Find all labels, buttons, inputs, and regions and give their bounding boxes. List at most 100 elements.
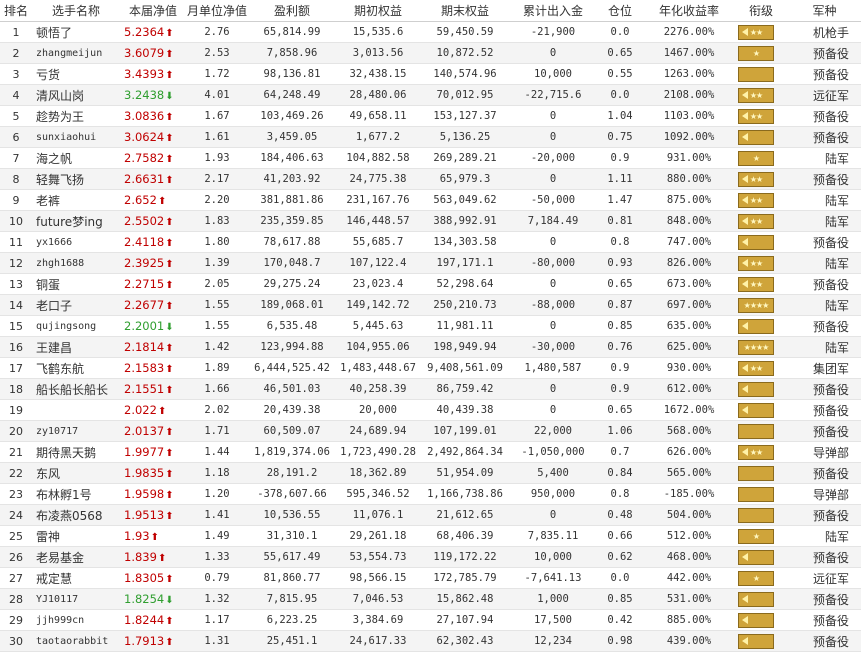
header-end-equity[interactable]: 期末权益 xyxy=(420,0,510,22)
annual-return-cell: 1467.00% xyxy=(644,42,734,64)
position-cell: 0.7 xyxy=(596,441,644,463)
net-value-cell: 2.2677⬆ xyxy=(120,294,186,316)
net-value: 2.2715 xyxy=(124,277,165,291)
player-name-link[interactable]: qujingsong xyxy=(32,315,120,337)
player-name-link[interactable]: 飞鹤东航 xyxy=(32,357,120,379)
table-row: 13 铜蛋 2.2715⬆ 2.05 29,275.24 23,023.4 52,298.6… xyxy=(0,273,861,295)
profit-cell: 46,501.03 xyxy=(248,378,336,400)
net-value-cell: 1.8254⬇ xyxy=(120,588,186,610)
table-row: 21 期待黑天鹅 1.9977⬆ 1.44 1,819,374.06 1,723,490.… xyxy=(0,441,861,463)
profit-cell: 29,275.24 xyxy=(248,273,336,295)
player-name-link[interactable]: 轻舞飞扬 xyxy=(32,168,120,190)
chevron-icon xyxy=(742,405,748,414)
player-name-link[interactable]: future梦ing xyxy=(32,210,120,232)
player-name-link[interactable]: jjh999cn xyxy=(32,609,120,631)
header-current-net-value[interactable]: 本届净值 xyxy=(120,0,186,22)
start-equity-cell: 24,775.38 xyxy=(336,168,420,190)
monthly-unit-net-cell: 1.31 xyxy=(186,630,248,652)
profit-cell: 81,860.77 xyxy=(248,567,336,589)
rank-badge-icon: ★ xyxy=(738,150,774,166)
arrow-up-icon: ⬆ xyxy=(165,616,174,627)
chevron-icon xyxy=(742,237,748,246)
monthly-unit-net-cell: 1.93 xyxy=(186,147,248,169)
net-value-cell: 1.9977⬆ xyxy=(120,441,186,463)
player-name-link[interactable]: 顿悟了 xyxy=(32,21,120,43)
cumulative-flow-cell: 22,000 xyxy=(510,420,596,442)
end-equity-cell: 107,199.01 xyxy=(420,420,510,442)
player-name-link[interactable]: 雷神 xyxy=(32,525,120,547)
army-branch-cell: 预备役 xyxy=(788,63,861,85)
arrow-up-icon: ⬆ xyxy=(165,427,174,438)
rank-badge-icon: ★ xyxy=(738,570,774,586)
chevron-icon xyxy=(742,132,748,141)
net-value: 1.7913 xyxy=(124,634,165,648)
annual-return-cell: 565.00% xyxy=(644,462,734,484)
net-value: 5.2364 xyxy=(124,25,165,39)
chevron-icon xyxy=(742,636,748,645)
rank-badge-icon xyxy=(738,423,774,439)
cumulative-flow-cell: 7,835.11 xyxy=(510,525,596,547)
player-name-link[interactable]: 布凌燕0568 xyxy=(32,504,120,526)
end-equity-cell: 5,136.25 xyxy=(420,126,510,148)
cumulative-flow-cell: 0 xyxy=(510,231,596,253)
player-name-link[interactable]: 海之帆 xyxy=(32,147,120,169)
player-name-link[interactable]: YJ10117 xyxy=(32,588,120,610)
end-equity-cell: 140,574.96 xyxy=(420,63,510,85)
player-name-link[interactable]: 老裤 xyxy=(32,189,120,211)
position-cell: 0.84 xyxy=(596,462,644,484)
header-annual-return[interactable]: 年化收益率 xyxy=(644,0,734,22)
player-name-link[interactable]: 王建昌 xyxy=(32,336,120,358)
net-value: 3.4393 xyxy=(124,67,165,81)
player-name-link[interactable]: sunxiaohui xyxy=(32,126,120,148)
table-row: 18 船长船长船长 2.1551⬆ 1.66 46,501.03 40,258.39 86,… xyxy=(0,378,861,400)
header-player-name[interactable]: 选手名称 xyxy=(32,0,120,22)
rank-badge-cell xyxy=(734,315,788,337)
header-cumulative-flow[interactable]: 累计出入金 xyxy=(510,0,596,22)
header-army-branch[interactable]: 军种 xyxy=(788,0,861,22)
table-row: 20 zy10717 2.0137⬆ 1.71 60,509.07 24,689.94 10… xyxy=(0,420,861,442)
header-rank-badge[interactable]: 衔级 xyxy=(734,0,788,22)
rank-cell: 10 xyxy=(0,210,32,232)
header-position[interactable]: 仓位 xyxy=(596,0,644,22)
rank-badge-icon xyxy=(738,381,774,397)
player-name-link[interactable]: 东风 xyxy=(32,462,120,484)
net-value-cell: 2.1583⬆ xyxy=(120,357,186,379)
net-value: 2.7582 xyxy=(124,151,165,165)
header-monthly-unit-net[interactable]: 月单位净值 xyxy=(186,0,248,22)
army-branch-cell: 预备役 xyxy=(788,231,861,253)
arrow-up-icon: ⬆ xyxy=(165,469,174,480)
player-name-link[interactable]: 老易基金 xyxy=(32,546,120,568)
player-name-link[interactable]: 亏货 xyxy=(32,63,120,85)
player-name-link[interactable]: 铜蛋 xyxy=(32,273,120,295)
rank-cell: 7 xyxy=(0,147,32,169)
rank-cell: 5 xyxy=(0,105,32,127)
net-value-cell: 1.9513⬆ xyxy=(120,504,186,526)
player-name-link[interactable]: 期待黑天鹅 xyxy=(32,441,120,463)
player-name-link[interactable]: yx1666 xyxy=(32,231,120,253)
player-name-link[interactable]: zhgh1688 xyxy=(32,252,120,274)
net-value: 1.839 xyxy=(124,550,157,564)
net-value-cell: 1.9835⬆ xyxy=(120,462,186,484)
player-name-link[interactable]: zhangmeijun xyxy=(32,42,120,64)
end-equity-cell: 11,981.11 xyxy=(420,315,510,337)
player-name-link[interactable]: 趁势为王 xyxy=(32,105,120,127)
position-cell: 0.8 xyxy=(596,231,644,253)
header-start-equity[interactable]: 期初权益 xyxy=(336,0,420,22)
rank-badge-cell xyxy=(734,126,788,148)
header-profit[interactable]: 盈利额 xyxy=(248,0,336,22)
player-name-link[interactable]: 清风山岗 xyxy=(32,84,120,106)
player-name-link[interactable]: 船长船长船长 xyxy=(32,378,120,400)
table-row: 4 清风山岗 3.2438⬇ 4.01 64,248.49 28,480.06 70,012… xyxy=(0,84,861,106)
profit-cell: 6,223.25 xyxy=(248,609,336,631)
player-name-link[interactable]: 老口子 xyxy=(32,294,120,316)
player-name-link[interactable]: zy10717 xyxy=(32,420,120,442)
header-rank[interactable]: 排名 xyxy=(0,0,32,22)
annual-return-cell: 880.00% xyxy=(644,168,734,190)
player-name-link[interactable]: taotaorabbit xyxy=(32,630,120,652)
player-name-link[interactable]: 戒定慧 xyxy=(32,567,120,589)
monthly-unit-net-cell: 2.20 xyxy=(186,189,248,211)
player-name-link[interactable]: 布林孵1号 xyxy=(32,483,120,505)
player-name-link[interactable] xyxy=(32,399,120,421)
rank-badge-cell: ★★ xyxy=(734,252,788,274)
cumulative-flow-cell: -80,000 xyxy=(510,252,596,274)
